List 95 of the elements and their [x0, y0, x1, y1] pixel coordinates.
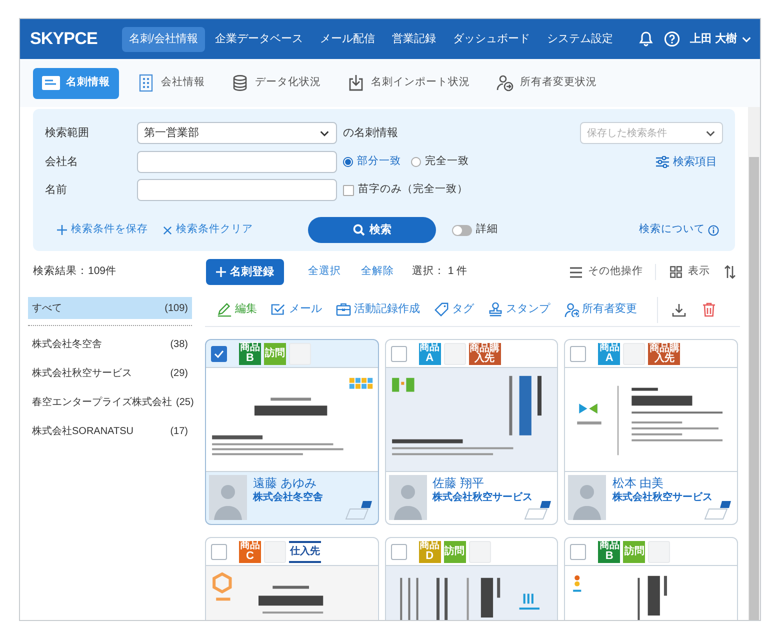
person-arrow-icon — [496, 74, 514, 92]
field-label: 検索範囲 — [45, 126, 90, 141]
select-all-link[interactable]: 全選択 — [308, 264, 341, 280]
field-label: 会社名 — [45, 154, 79, 170]
action-button[interactable]: 編集 — [217, 301, 257, 318]
close-icon — [163, 226, 172, 234]
nav-tab[interactable]: ダッシュボード — [446, 26, 538, 52]
help-icon[interactable] — [664, 31, 680, 47]
stamp-pad-drawing — [703, 499, 733, 521]
tag-label: 訪問 — [623, 540, 646, 562]
tag-label: 訪問 — [264, 342, 286, 364]
trash-icon[interactable] — [702, 302, 716, 317]
card-checkbox[interactable] — [570, 346, 586, 362]
scope-suffix: の名刺情報 — [343, 126, 398, 141]
contact-name[interactable]: 遠藤 あゆみ — [253, 475, 323, 491]
card-checkbox[interactable] — [211, 346, 227, 362]
selection-count: 選択： 1 件 — [412, 264, 468, 280]
other-actions-button[interactable]: その他操作 — [570, 264, 656, 280]
search-button[interactable]: 検索 — [308, 217, 436, 243]
search-icon — [352, 224, 364, 236]
register-card-button[interactable]: 名刺登録 — [206, 259, 284, 285]
nav-tab[interactable]: システム設定 — [540, 26, 620, 52]
group-item[interactable]: 株式会社冬空舎 (38) — [28, 330, 192, 359]
save-conditions-link[interactable]: 検索条件を保存 — [57, 222, 163, 238]
grid-view-icon — [670, 266, 682, 278]
person-arrow-icon — [564, 302, 579, 317]
app-logo: SKYPCE — [30, 28, 98, 50]
briefcase-icon — [336, 302, 351, 317]
action-button[interactable]: 所有者変更 — [564, 301, 637, 318]
deselect-all-link[interactable]: 全解除 — [361, 264, 394, 280]
view-button[interactable]: 表示 — [670, 264, 710, 280]
nav-tab[interactable]: 名刺/会社情報 — [122, 26, 206, 52]
card-checkbox[interactable] — [390, 544, 407, 560]
database-icon — [231, 74, 249, 92]
stamp-icon — [488, 302, 503, 317]
tag-label: 訪問 — [444, 540, 466, 562]
subtab[interactable]: 会社情報 — [133, 68, 209, 98]
field-label: 名前 — [45, 182, 68, 198]
menu-icon — [570, 266, 582, 278]
tag-icon — [434, 302, 449, 317]
company-name: 株式会社秋空サービス — [432, 491, 533, 505]
subtab[interactable]: 名刺インポート状況 — [343, 68, 474, 98]
match-radio[interactable]: 完全一致 — [411, 154, 469, 170]
nav-tab[interactable]: メール配信 — [313, 26, 382, 52]
business-card-icon — [42, 74, 60, 92]
company-name: 株式会社冬空舎 — [253, 491, 323, 505]
clear-conditions-link[interactable]: 検索条件クリア — [163, 222, 308, 238]
card-checkbox[interactable] — [570, 544, 586, 560]
action-button[interactable]: タグ — [434, 301, 474, 318]
tag-label: 商品購入先 — [648, 342, 680, 364]
scope-dropdown[interactable]: 第一営業部 — [137, 122, 337, 144]
surname-only-checkbox[interactable]: 苗字のみ（完全一致） — [343, 182, 468, 198]
group-item[interactable]: 春空エンタープライズ株式会社 (25) — [28, 388, 192, 417]
group-item[interactable]: 株式会社秋空サービス (29) — [28, 359, 192, 388]
stamp-pad-drawing — [344, 499, 374, 521]
nav-tab[interactable]: 営業記録 — [385, 26, 444, 52]
contact-name[interactable]: 佐藤 翔平 — [432, 475, 533, 491]
nav-tab[interactable]: 企業データベース — [208, 26, 310, 52]
card-checkbox[interactable] — [390, 346, 407, 362]
action-button[interactable]: メール — [271, 301, 322, 318]
checkmark-icon — [214, 348, 224, 358]
tag-label: 商品購入先 — [468, 342, 501, 364]
match-radio[interactable]: 部分一致 — [343, 154, 401, 170]
group-item[interactable]: すべて (109) — [28, 297, 192, 319]
company-name: 株式会社秋空サービス — [612, 491, 712, 505]
about-search-link[interactable]: 検索について — [639, 222, 723, 238]
subtab[interactable]: 所有者変更状況 — [492, 68, 601, 98]
tag-label: 仕入先 — [289, 540, 321, 562]
subtab[interactable]: 名刺情報 — [33, 68, 119, 98]
scrollbar[interactable] — [748, 107, 760, 620]
info-icon — [708, 224, 719, 236]
download-icon[interactable] — [672, 302, 686, 316]
tag-label: 商品 B — [239, 342, 261, 364]
group-item[interactable]: 株式会社SORANATSU (17) — [28, 417, 192, 446]
subtab[interactable]: データ化状況 — [227, 68, 325, 98]
notification-bell-icon[interactable] — [638, 31, 654, 47]
pencil-icon — [217, 302, 232, 317]
card-checkbox[interactable] — [211, 544, 227, 560]
name-input[interactable] — [137, 179, 337, 201]
sliders-icon — [656, 156, 669, 168]
sort-icon[interactable] — [724, 265, 736, 279]
contact-name[interactable]: 松本 由美 — [612, 475, 712, 491]
plus-icon — [216, 267, 226, 277]
detail-toggle[interactable]: 詳細 — [452, 222, 498, 238]
download-tray-icon — [347, 74, 365, 92]
stamp-pad-drawing — [523, 499, 554, 521]
result-count: 検索結果：109件 — [33, 264, 118, 280]
action-button[interactable]: スタンプ — [488, 301, 550, 318]
plus-icon — [57, 225, 67, 235]
user-menu[interactable]: 上田 大樹 — [690, 30, 752, 48]
envelope-check-icon — [271, 302, 286, 317]
company-name-input[interactable] — [137, 151, 337, 173]
action-button[interactable]: 活動記録作成 — [336, 301, 420, 318]
search-items-link[interactable]: 検索項目 — [656, 154, 723, 170]
building-grid-icon — [137, 74, 155, 92]
